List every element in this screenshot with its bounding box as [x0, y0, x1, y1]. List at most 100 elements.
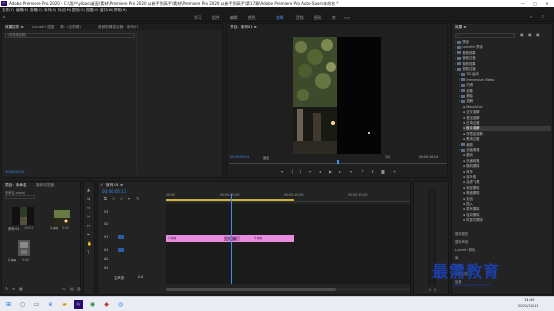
effects-tree-item[interactable]: › 3D 运动 — [459, 72, 551, 77]
effects-tree-item[interactable]: ▪ 油漆飞溅 — [463, 180, 551, 185]
tab-audio-clip-mixer[interactable]: 音频剪辑混合器：序列01 — [98, 24, 139, 30]
app-blue-icon[interactable]: ◎ — [116, 300, 125, 309]
play-icon[interactable]: ▶ — [329, 169, 332, 174]
a1-target-toggle[interactable] — [118, 248, 124, 252]
nest-icon[interactable]: ⧉ — [104, 196, 107, 201]
search-taskbar-icon[interactable]: ○ — [18, 300, 27, 309]
track-label-a3[interactable]: A3 — [104, 266, 108, 270]
master-volume[interactable]: 0.0 — [138, 275, 143, 279]
premiere-taskbar-icon[interactable]: Pr — [74, 300, 83, 309]
file-explorer-icon[interactable]: ▰ — [60, 300, 69, 309]
effects-tree-item[interactable]: › 音频过渡 — [455, 56, 551, 61]
timeline-close-icon[interactable]: ✕ — [100, 182, 103, 188]
slip-tool-icon[interactable]: ↔ — [87, 223, 90, 228]
effects-tree-item[interactable]: ▪ 黑场过渡 — [463, 137, 551, 142]
effects-tree-item[interactable]: › 视频效果 — [455, 62, 551, 67]
project-item-2-thumb[interactable] — [18, 240, 30, 256]
selection-tool-icon[interactable]: ▲ — [87, 187, 90, 192]
clip-2-jpg[interactable]: 2.jpg — [254, 236, 262, 240]
list-view-icon[interactable]: ≡ — [12, 286, 15, 291]
work-area-bar[interactable] — [166, 199, 294, 201]
timeline-scroll-thumb[interactable] — [166, 288, 336, 291]
button-editor-icon[interactable]: + — [393, 169, 396, 174]
project-search-input[interactable] — [5, 195, 35, 199]
workspace-tab-effects[interactable]: 效果 — [276, 15, 284, 21]
effects-tree-item[interactable]: › 溶解 — [459, 99, 551, 104]
workspace-tab-audio[interactable]: 音频 — [296, 15, 304, 21]
close-button[interactable]: ✕ — [542, 0, 552, 7]
track-label-v2[interactable]: V2 — [104, 222, 108, 226]
edge-browser-icon[interactable]: e — [46, 300, 55, 309]
workspace-tab-editing[interactable]: 编辑 — [230, 15, 238, 21]
tab-source[interactable]: 源：(无剪辑) — [60, 24, 81, 30]
workspace-tab-assembly[interactable]: 组件 — [212, 15, 220, 21]
accelerated-effects-icon[interactable]: ▣ — [520, 32, 524, 37]
razor-tool-icon[interactable]: ✂ — [87, 214, 90, 219]
app-red-icon[interactable]: ◆ — [102, 300, 111, 309]
add-marker-icon[interactable]: ▾ — [281, 169, 283, 174]
tab-lumetri-scopes[interactable]: Lumetri 范围 — [32, 24, 54, 30]
track-label-v1[interactable]: V1 — [104, 235, 108, 239]
tab-effect-controls[interactable]: 效果控件 ≡ — [5, 24, 24, 30]
panel-tab-item[interactable]: 基本图形 — [455, 232, 468, 237]
effects-tree-item[interactable]: ▪ 叠加溶解 — [463, 116, 551, 121]
effects-tree-item[interactable]: ▪ 时钟式擦除 — [463, 218, 551, 223]
effects-tree-item[interactable]: ▪ 胶片溶解 — [463, 126, 551, 132]
effects-search-input[interactable]: ⌕ — [455, 33, 515, 38]
effects-tree-item[interactable]: › 内滑 — [459, 83, 551, 88]
minimize-button[interactable]: — — [518, 0, 528, 7]
effects-tree-item[interactable]: › Lumetri 预设 — [455, 45, 551, 50]
monitor-scrubber[interactable] — [229, 160, 447, 164]
effects-tree-item[interactable]: ▪ 随机擦除 — [463, 164, 551, 169]
32bit-effects-icon[interactable]: ▣ — [528, 32, 532, 37]
panel-tab-item[interactable]: 基本声音 — [455, 240, 468, 245]
timeline-scrollbar[interactable] — [166, 288, 410, 291]
go-to-out-icon[interactable]: ⇥ — [349, 169, 352, 174]
workspace-tab-graphics[interactable]: 图形 — [314, 15, 322, 21]
mark-in-icon[interactable]: { — [291, 169, 294, 174]
search-icon[interactable]: ⌕ — [530, 14, 532, 19]
workspace-overflow[interactable]: >> — [344, 15, 350, 20]
write-protect-icon[interactable]: ✎ — [5, 286, 8, 291]
effects-tree-item[interactable]: ▪ 风车 — [463, 170, 551, 175]
effects-tree-item[interactable]: ▪ 划出 — [463, 197, 551, 202]
track-label-a2[interactable]: A2 — [104, 257, 108, 261]
project-item-sequence-thumb[interactable] — [12, 207, 34, 225]
track-label-a1[interactable]: A1 — [104, 248, 108, 252]
workspace-tab-color[interactable]: 颜色 — [248, 15, 256, 21]
effects-tree-item[interactable]: ▪ 棋盘擦除 — [463, 191, 551, 196]
pen-tool-icon[interactable]: ✒ — [87, 232, 90, 237]
panel-tab-item[interactable]: 库 — [455, 256, 458, 261]
icon-view-icon[interactable]: ▦ — [19, 286, 23, 291]
tab-project[interactable]: 项目：未命名 — [5, 182, 27, 188]
meter-solo-right[interactable]: S — [434, 288, 436, 292]
clip-1-jpg[interactable]: 1.jpg — [168, 236, 176, 240]
effects-tree-item[interactable]: › 缩放 — [459, 143, 551, 148]
track-select-tool-icon[interactable]: ⇉ — [87, 196, 90, 201]
home-icon[interactable]: ⌂ — [3, 14, 6, 19]
timeline-sequence-tab[interactable]: 序列 01 ≡ — [106, 182, 123, 188]
export-frame-icon[interactable]: ◙ — [381, 169, 385, 174]
effects-panel-title[interactable]: 效果 ≡ — [455, 24, 466, 30]
wechat-icon[interactable]: ◉ — [88, 300, 97, 309]
step-forward-icon[interactable]: ▸ — [339, 169, 341, 174]
program-monitor-title[interactable]: 节目：序列01 ≡ — [230, 24, 257, 30]
timeline-timecode[interactable]: 00:00:05:11 — [102, 189, 126, 194]
yuv-effects-icon[interactable]: ▣ — [536, 32, 540, 37]
effects-tree-item[interactable]: ▪ 带状擦除 — [463, 207, 551, 212]
workspace-tab-learn[interactable]: 学习 — [194, 15, 202, 21]
workspace-tab-libraries[interactable]: 库 — [332, 15, 336, 21]
quality-dropdown[interactable]: 1/2 — [385, 155, 390, 159]
timeline-settings-icon[interactable]: ✎ — [136, 196, 139, 201]
transition-cross-dissolve[interactable]: 交叉溶解 — [224, 236, 240, 241]
hand-tool-icon[interactable]: ✋ — [87, 241, 92, 246]
clear-icon[interactable]: ▥ — [77, 286, 81, 291]
new-item-icon[interactable]: ▤ — [70, 286, 74, 291]
track-label-v3[interactable]: V3 — [104, 210, 108, 214]
linked-selection-icon[interactable]: ⊂ — [120, 196, 123, 201]
maximize-button[interactable]: □ — [530, 0, 540, 7]
add-marker-timeline-icon[interactable]: ▾ — [128, 196, 130, 201]
new-bin-icon[interactable]: ▭ — [62, 286, 66, 291]
ripple-edit-tool-icon[interactable]: ⇔ — [87, 205, 90, 210]
windows-start-icon[interactable]: ⊞ — [4, 300, 13, 309]
